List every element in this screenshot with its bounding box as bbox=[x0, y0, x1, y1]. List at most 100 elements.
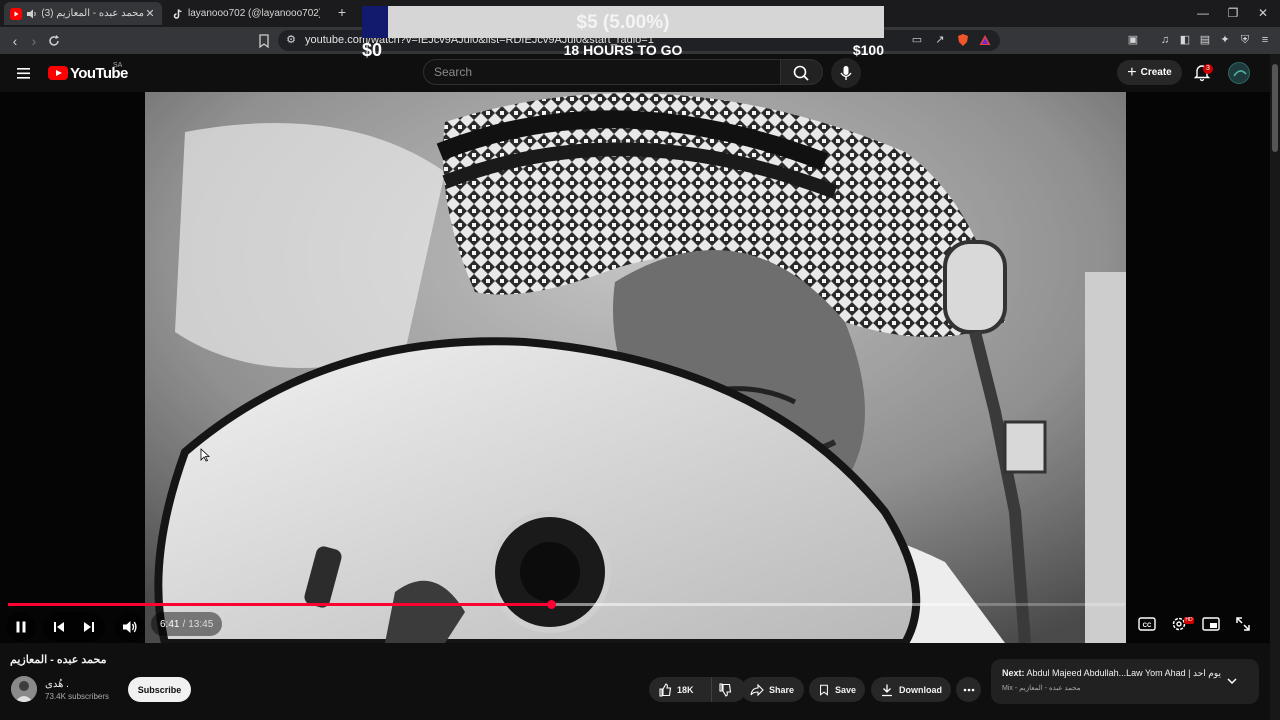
youtube-icon bbox=[10, 7, 22, 20]
miniplayer-button[interactable] bbox=[1198, 611, 1224, 637]
media-controls-icon[interactable]: ♫ bbox=[1158, 33, 1172, 47]
thumbs-up-icon bbox=[659, 682, 672, 697]
video-title: محمد عبده - المعازيم bbox=[10, 654, 107, 666]
window-close-icon[interactable]: ✕ bbox=[1252, 4, 1274, 22]
mouse-cursor-icon bbox=[200, 448, 210, 462]
tab-tiktok[interactable]: layanooo702 (@layanooo702) | TikTo bbox=[166, 2, 326, 25]
brave-rewards-icon[interactable] bbox=[978, 33, 992, 47]
browser-menu-icon[interactable]: ≡ bbox=[1258, 33, 1272, 47]
search-input[interactable] bbox=[434, 65, 764, 79]
miniplayer-icon bbox=[1202, 617, 1220, 631]
sidebar-icon[interactable]: ◧ bbox=[1178, 33, 1192, 47]
progress-fill bbox=[8, 603, 551, 606]
save-button[interactable]: Save bbox=[809, 677, 865, 702]
create-label: Create bbox=[1140, 67, 1172, 78]
youtube-play-icon bbox=[48, 66, 68, 80]
prev-next-group bbox=[43, 612, 105, 642]
scrollbar-thumb[interactable] bbox=[1272, 64, 1278, 152]
donation-goal-overlay: $5 (5.00%) $0 18 HOURS TO GO $100 bbox=[362, 0, 884, 62]
download-button[interactable]: Download bbox=[871, 677, 951, 702]
leo-ai-icon[interactable]: ✦ bbox=[1218, 33, 1232, 47]
cast-icon[interactable]: ▭ bbox=[910, 33, 924, 47]
video-frame[interactable] bbox=[145, 92, 1126, 643]
site-info-icon[interactable]: ⚙ bbox=[284, 33, 298, 47]
like-count: 18K bbox=[677, 684, 694, 695]
like-dislike-group: 18K bbox=[649, 677, 746, 702]
pause-button[interactable] bbox=[6, 612, 36, 642]
thumbs-down-icon bbox=[719, 682, 731, 697]
duration: 13:45 bbox=[188, 618, 214, 630]
captions-button[interactable]: CC bbox=[1134, 611, 1160, 637]
forward-icon[interactable]: › bbox=[25, 32, 43, 50]
download-label: Download bbox=[899, 684, 942, 695]
previous-icon[interactable] bbox=[44, 620, 74, 634]
up-next-subtitle: Mix - محمد عبده - المعازيم bbox=[1002, 685, 1081, 692]
subscribe-button[interactable]: Subscribe bbox=[128, 677, 191, 702]
pause-icon bbox=[16, 621, 26, 633]
tab-youtube[interactable]: محمد عبده - المعازيم (3) ube ✕ bbox=[4, 2, 162, 25]
current-time: 6:41 bbox=[160, 618, 180, 630]
audio-playing-icon bbox=[26, 8, 38, 20]
save-label: Save bbox=[834, 684, 856, 695]
bookmark-icon[interactable] bbox=[255, 32, 273, 50]
save-icon bbox=[820, 684, 828, 696]
tab-close-icon[interactable]: ✕ bbox=[144, 7, 156, 20]
goal-max-label: $100 bbox=[852, 42, 884, 58]
minimize-icon[interactable]: — bbox=[1192, 4, 1214, 22]
brave-shield-icon[interactable] bbox=[956, 33, 970, 47]
time-display: 6:41 / 13:45 bbox=[151, 612, 223, 636]
progress-bar[interactable] bbox=[8, 600, 1125, 609]
page-scrollbar[interactable] bbox=[1270, 54, 1280, 720]
dislike-button[interactable] bbox=[712, 682, 737, 697]
plus-icon: + bbox=[1127, 63, 1137, 81]
scrubber-handle[interactable] bbox=[546, 600, 556, 609]
hamburger-menu-icon[interactable] bbox=[14, 63, 34, 83]
account-avatar[interactable] bbox=[1228, 62, 1250, 84]
goal-time-left: 18 HOURS TO GO bbox=[563, 42, 683, 58]
more-actions-button[interactable] bbox=[956, 677, 981, 702]
video-thumbnail-image bbox=[145, 92, 1126, 643]
up-next-prefix: Next: bbox=[1002, 668, 1025, 678]
voice-search-button[interactable] bbox=[831, 58, 861, 88]
subscriber-count: 73.4K subscribers bbox=[45, 692, 110, 701]
volume-icon bbox=[123, 621, 137, 633]
reload-icon[interactable] bbox=[45, 32, 63, 50]
maximize-icon[interactable]: ❐ bbox=[1222, 4, 1244, 22]
up-next-card[interactable]: Next: Abdul Majeed Abdullah...Law Yom Ah… bbox=[991, 659, 1259, 704]
share-icon bbox=[750, 683, 764, 696]
back-icon[interactable]: ‹ bbox=[6, 32, 24, 50]
fullscreen-button[interactable] bbox=[1230, 611, 1256, 637]
reading-list-icon[interactable]: ▣ bbox=[1126, 33, 1140, 47]
tab-title: layanooo702 (@layanooo702) | TikTo bbox=[188, 8, 320, 19]
channel-name[interactable]: هُدى . bbox=[45, 679, 69, 690]
tab-title: محمد عبده - المعازيم (3) ube bbox=[42, 8, 144, 19]
new-tab-button[interactable]: + bbox=[334, 4, 350, 22]
share-button[interactable]: Share bbox=[741, 677, 804, 702]
notification-count-badge: 3 bbox=[1203, 64, 1213, 74]
video-player[interactable]: 6:41 / 13:45 CC bbox=[0, 92, 1270, 643]
wallet-icon[interactable]: ▤ bbox=[1198, 33, 1212, 47]
search-box bbox=[423, 59, 781, 85]
share-page-icon[interactable]: ↗ bbox=[933, 33, 947, 47]
search-button[interactable] bbox=[781, 59, 823, 85]
up-next-title: Abdul Majeed Abdullah...Law Yom Ahad | ع… bbox=[1026, 668, 1222, 678]
more-horizontal-icon bbox=[963, 688, 974, 691]
volume-button[interactable] bbox=[115, 612, 145, 642]
hd-badge: HD bbox=[1184, 617, 1194, 624]
share-label: Share bbox=[769, 684, 795, 695]
tiktok-icon bbox=[172, 8, 184, 20]
vpn-icon[interactable]: ⛨ bbox=[1238, 33, 1252, 47]
like-button[interactable]: 18K bbox=[658, 677, 713, 702]
download-icon bbox=[882, 684, 892, 696]
create-button[interactable]: + Create bbox=[1117, 60, 1182, 85]
channel-avatar[interactable] bbox=[11, 676, 37, 702]
chevron-down-icon[interactable] bbox=[1225, 674, 1239, 688]
fullscreen-icon bbox=[1236, 617, 1250, 631]
captions-icon: CC bbox=[1138, 617, 1156, 631]
svg-text:CC: CC bbox=[1143, 623, 1152, 629]
goal-progress-bar: $5 (5.00%) bbox=[362, 6, 884, 38]
settings-button[interactable] bbox=[1166, 611, 1192, 637]
up-next-line: Next: Abdul Majeed Abdullah...Law Yom Ah… bbox=[1002, 668, 1222, 679]
search-icon bbox=[793, 65, 809, 81]
next-video-icon[interactable] bbox=[74, 620, 104, 634]
